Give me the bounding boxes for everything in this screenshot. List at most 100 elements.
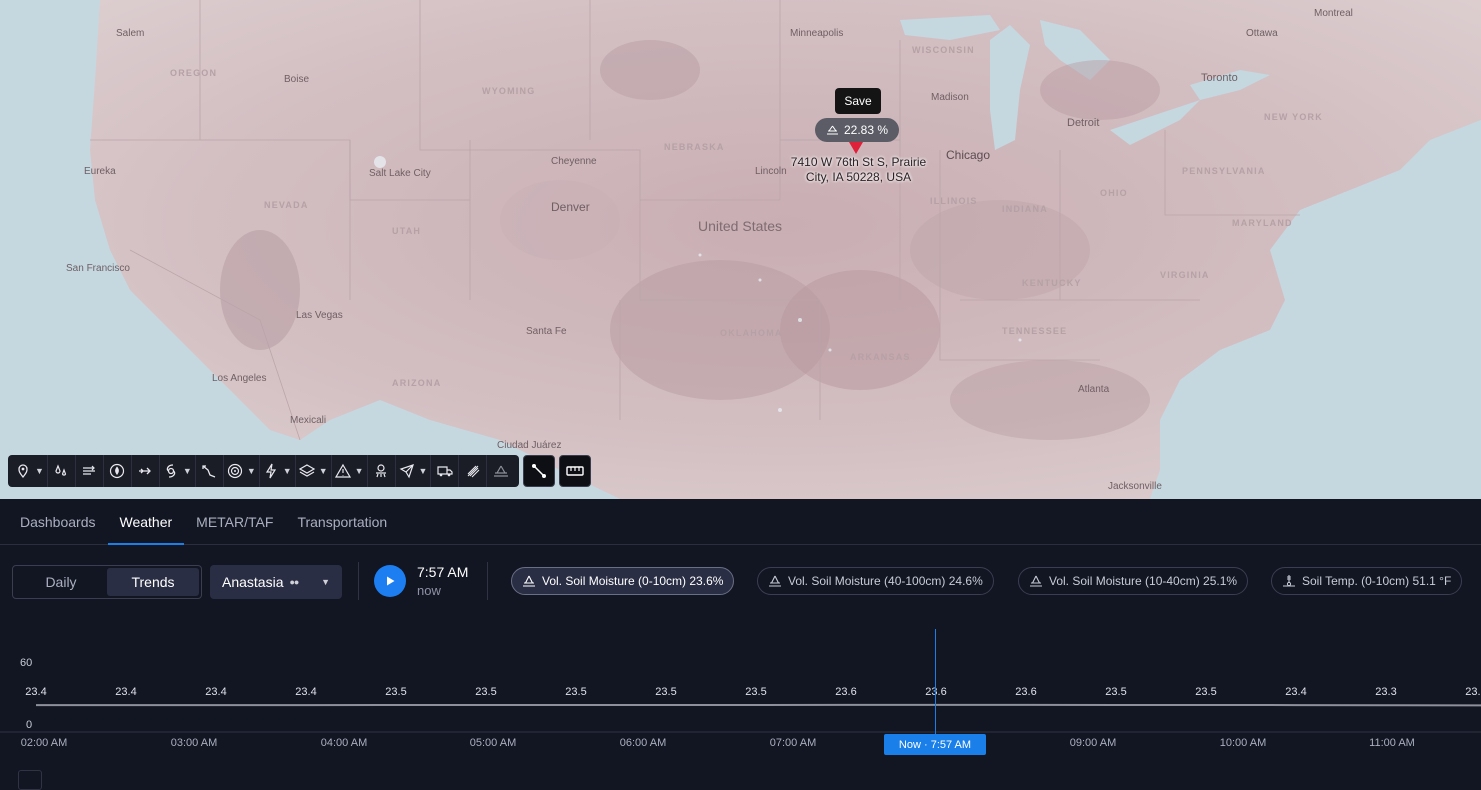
chip-soil-moisture-0-10[interactable]: Vol. Soil Moisture (0-10cm) 23.6% bbox=[511, 567, 735, 595]
soil-tool-button[interactable] bbox=[487, 455, 515, 487]
map-state-label: ILLINOIS bbox=[930, 196, 978, 206]
daily-toggle-button[interactable]: Daily bbox=[15, 568, 107, 596]
play-icon bbox=[387, 576, 395, 586]
data-value-label: 23.4 bbox=[115, 686, 137, 699]
y-tick-label: 0 bbox=[26, 719, 33, 731]
tab-dashboards[interactable]: Dashboards bbox=[8, 499, 108, 545]
x-tick-label: 06:00 AM bbox=[619, 737, 667, 749]
measure-tool-button[interactable] bbox=[559, 455, 592, 487]
map-city-label: Ciudad Juárez bbox=[497, 440, 562, 451]
map-state-label: ARIZONA bbox=[392, 378, 442, 388]
map-city-label: Detroit bbox=[1067, 117, 1100, 129]
model-select[interactable]: Anastasia ●● ▼ bbox=[210, 565, 342, 599]
now-badge[interactable]: Now · 7:57 AM bbox=[884, 734, 986, 755]
now-indicator-line[interactable] bbox=[935, 629, 936, 734]
chevron-down-icon: ▼ bbox=[354, 466, 364, 476]
chip-label: Soil Temp. (0-10cm) 51.1 °F bbox=[1302, 574, 1452, 588]
map-state-label: TENNESSEE bbox=[1002, 326, 1068, 336]
arrow-right-icon bbox=[139, 467, 152, 475]
alert-icon bbox=[334, 463, 351, 478]
chip-soil-moisture-10-40[interactable]: Vol. Soil Moisture (10-40cm) 25.1% bbox=[1018, 567, 1249, 595]
map-city-label: Santa Fe bbox=[526, 326, 567, 337]
map-state-label: INDIANA bbox=[1002, 204, 1048, 214]
tab-weather[interactable]: Weather bbox=[107, 499, 185, 545]
map-state-label: OREGON bbox=[170, 68, 218, 78]
data-value-label: 23.5 bbox=[565, 685, 587, 698]
map-city-label: Mexicali bbox=[290, 415, 327, 426]
truck-icon bbox=[437, 466, 453, 477]
weather-map[interactable]: Salem Boise Eureka San Francisco Las Veg… bbox=[0, 0, 1481, 499]
storm-track-tool-button[interactable] bbox=[196, 455, 224, 487]
map-city-label: Jacksonville bbox=[1108, 481, 1162, 492]
map-state-label: OKLAHOMA bbox=[720, 328, 783, 338]
x-tick-label: 04:00 AM bbox=[320, 737, 368, 749]
chip-soil-moisture-40-100[interactable]: Vol. Soil Moisture (40-100cm) 24.6% bbox=[757, 567, 994, 595]
divider bbox=[358, 562, 359, 600]
chip-label: Vol. Soil Moisture (10-40cm) 25.1% bbox=[1049, 574, 1238, 588]
pollen-icon bbox=[376, 464, 387, 478]
fire-tool-button[interactable] bbox=[104, 455, 132, 487]
lightning-tool-button[interactable]: ▼ bbox=[260, 455, 296, 487]
chip-soil-temp[interactable]: Soil Temp. (0-10cm) 51.1 °F bbox=[1271, 567, 1463, 595]
map-city-label: Madison bbox=[931, 92, 969, 103]
arrow-tool-button[interactable] bbox=[132, 455, 160, 487]
chevron-down-icon: ▼ bbox=[246, 466, 256, 476]
chip-label: Vol. Soil Moisture (0-10cm) 23.6% bbox=[542, 574, 724, 588]
chevron-down-icon: ▼ bbox=[182, 466, 192, 476]
address-line: 7410 W 76th St S, Prairie bbox=[790, 155, 927, 169]
play-button[interactable] bbox=[374, 565, 406, 597]
hurricane-tool-button[interactable]: ▼ bbox=[160, 455, 196, 487]
data-value-label: 23.6 bbox=[925, 685, 947, 698]
x-tick-label: 10:00 AM bbox=[1219, 737, 1267, 749]
precipitation-tool-button[interactable] bbox=[48, 455, 76, 487]
pollen-tool-button[interactable] bbox=[368, 455, 396, 487]
map-city-label: Toronto bbox=[1201, 72, 1238, 84]
map-state-label: ARKANSAS bbox=[850, 352, 911, 362]
location-pin-icon[interactable] bbox=[849, 142, 863, 154]
route-tool-button[interactable] bbox=[523, 455, 556, 487]
map-city-label: Las Vegas bbox=[296, 310, 343, 321]
map-state-label: NEBRASKA bbox=[664, 142, 725, 152]
data-value-label: 23.5 bbox=[655, 685, 677, 698]
data-value-label: 23.4 bbox=[1285, 686, 1307, 699]
wind-tool-button[interactable] bbox=[76, 455, 104, 487]
map-state-label: NEVADA bbox=[264, 200, 309, 210]
radar-tool-button[interactable]: ▼ bbox=[224, 455, 260, 487]
address-line: City, IA 50228, USA bbox=[805, 170, 912, 184]
layers-tool-button[interactable]: ▼ bbox=[296, 455, 332, 487]
tab-transportation[interactable]: Transportation bbox=[285, 499, 399, 545]
save-tooltip-button[interactable]: Save bbox=[835, 88, 881, 114]
expand-icon[interactable] bbox=[18, 770, 42, 790]
satellite-tool-button[interactable] bbox=[459, 455, 488, 487]
tab-metar-taf[interactable]: METAR/TAF bbox=[184, 499, 285, 545]
transport-tool-button[interactable] bbox=[431, 455, 460, 487]
alerts-tool-button[interactable]: ▼ bbox=[332, 455, 368, 487]
map-city-label: Cheyenne bbox=[551, 156, 597, 167]
data-value-label: 23.4 bbox=[205, 686, 227, 699]
aviation-tool-button[interactable]: ▼ bbox=[396, 455, 432, 487]
map-state-label: VIRGINIA bbox=[1160, 270, 1210, 280]
map-state-label: OHIO bbox=[1100, 188, 1128, 198]
location-tool-button[interactable]: ▼ bbox=[12, 455, 48, 487]
divider bbox=[487, 562, 488, 600]
map-city-label: Salt Lake City bbox=[369, 168, 431, 179]
x-tick-label: 05:00 AM bbox=[469, 737, 517, 749]
data-value-label: 23.5 bbox=[385, 685, 407, 698]
chevron-down-icon: ▼ bbox=[321, 577, 330, 587]
chevron-down-icon: ▼ bbox=[318, 466, 328, 476]
soil-moisture-icon bbox=[523, 575, 535, 587]
map-city-label: Los Angeles bbox=[212, 373, 267, 384]
hurricane-icon bbox=[166, 464, 176, 478]
panel-tabs: Dashboards Weather METAR/TAF Transportat… bbox=[0, 499, 1481, 545]
location-value-pill[interactable]: 22.83 % bbox=[815, 118, 899, 142]
data-value-label: 23.4 bbox=[295, 686, 317, 699]
map-state-label: PENNSYLVANIA bbox=[1182, 166, 1266, 176]
x-tick-label: 11:00 AM bbox=[1369, 737, 1415, 749]
map-city-label: Ottawa bbox=[1246, 28, 1278, 39]
trends-toggle-button[interactable]: Trends bbox=[107, 568, 199, 596]
data-value-label: 23.3 bbox=[1375, 686, 1397, 699]
soil-temp-icon bbox=[1283, 575, 1295, 587]
map-city-label: Lincoln bbox=[755, 166, 787, 177]
map-tool-group: ▼ ▼ ▼ ▼ ▼ ▼ ▼ bbox=[8, 455, 520, 487]
x-tick-label: 07:00 AM bbox=[769, 737, 817, 749]
